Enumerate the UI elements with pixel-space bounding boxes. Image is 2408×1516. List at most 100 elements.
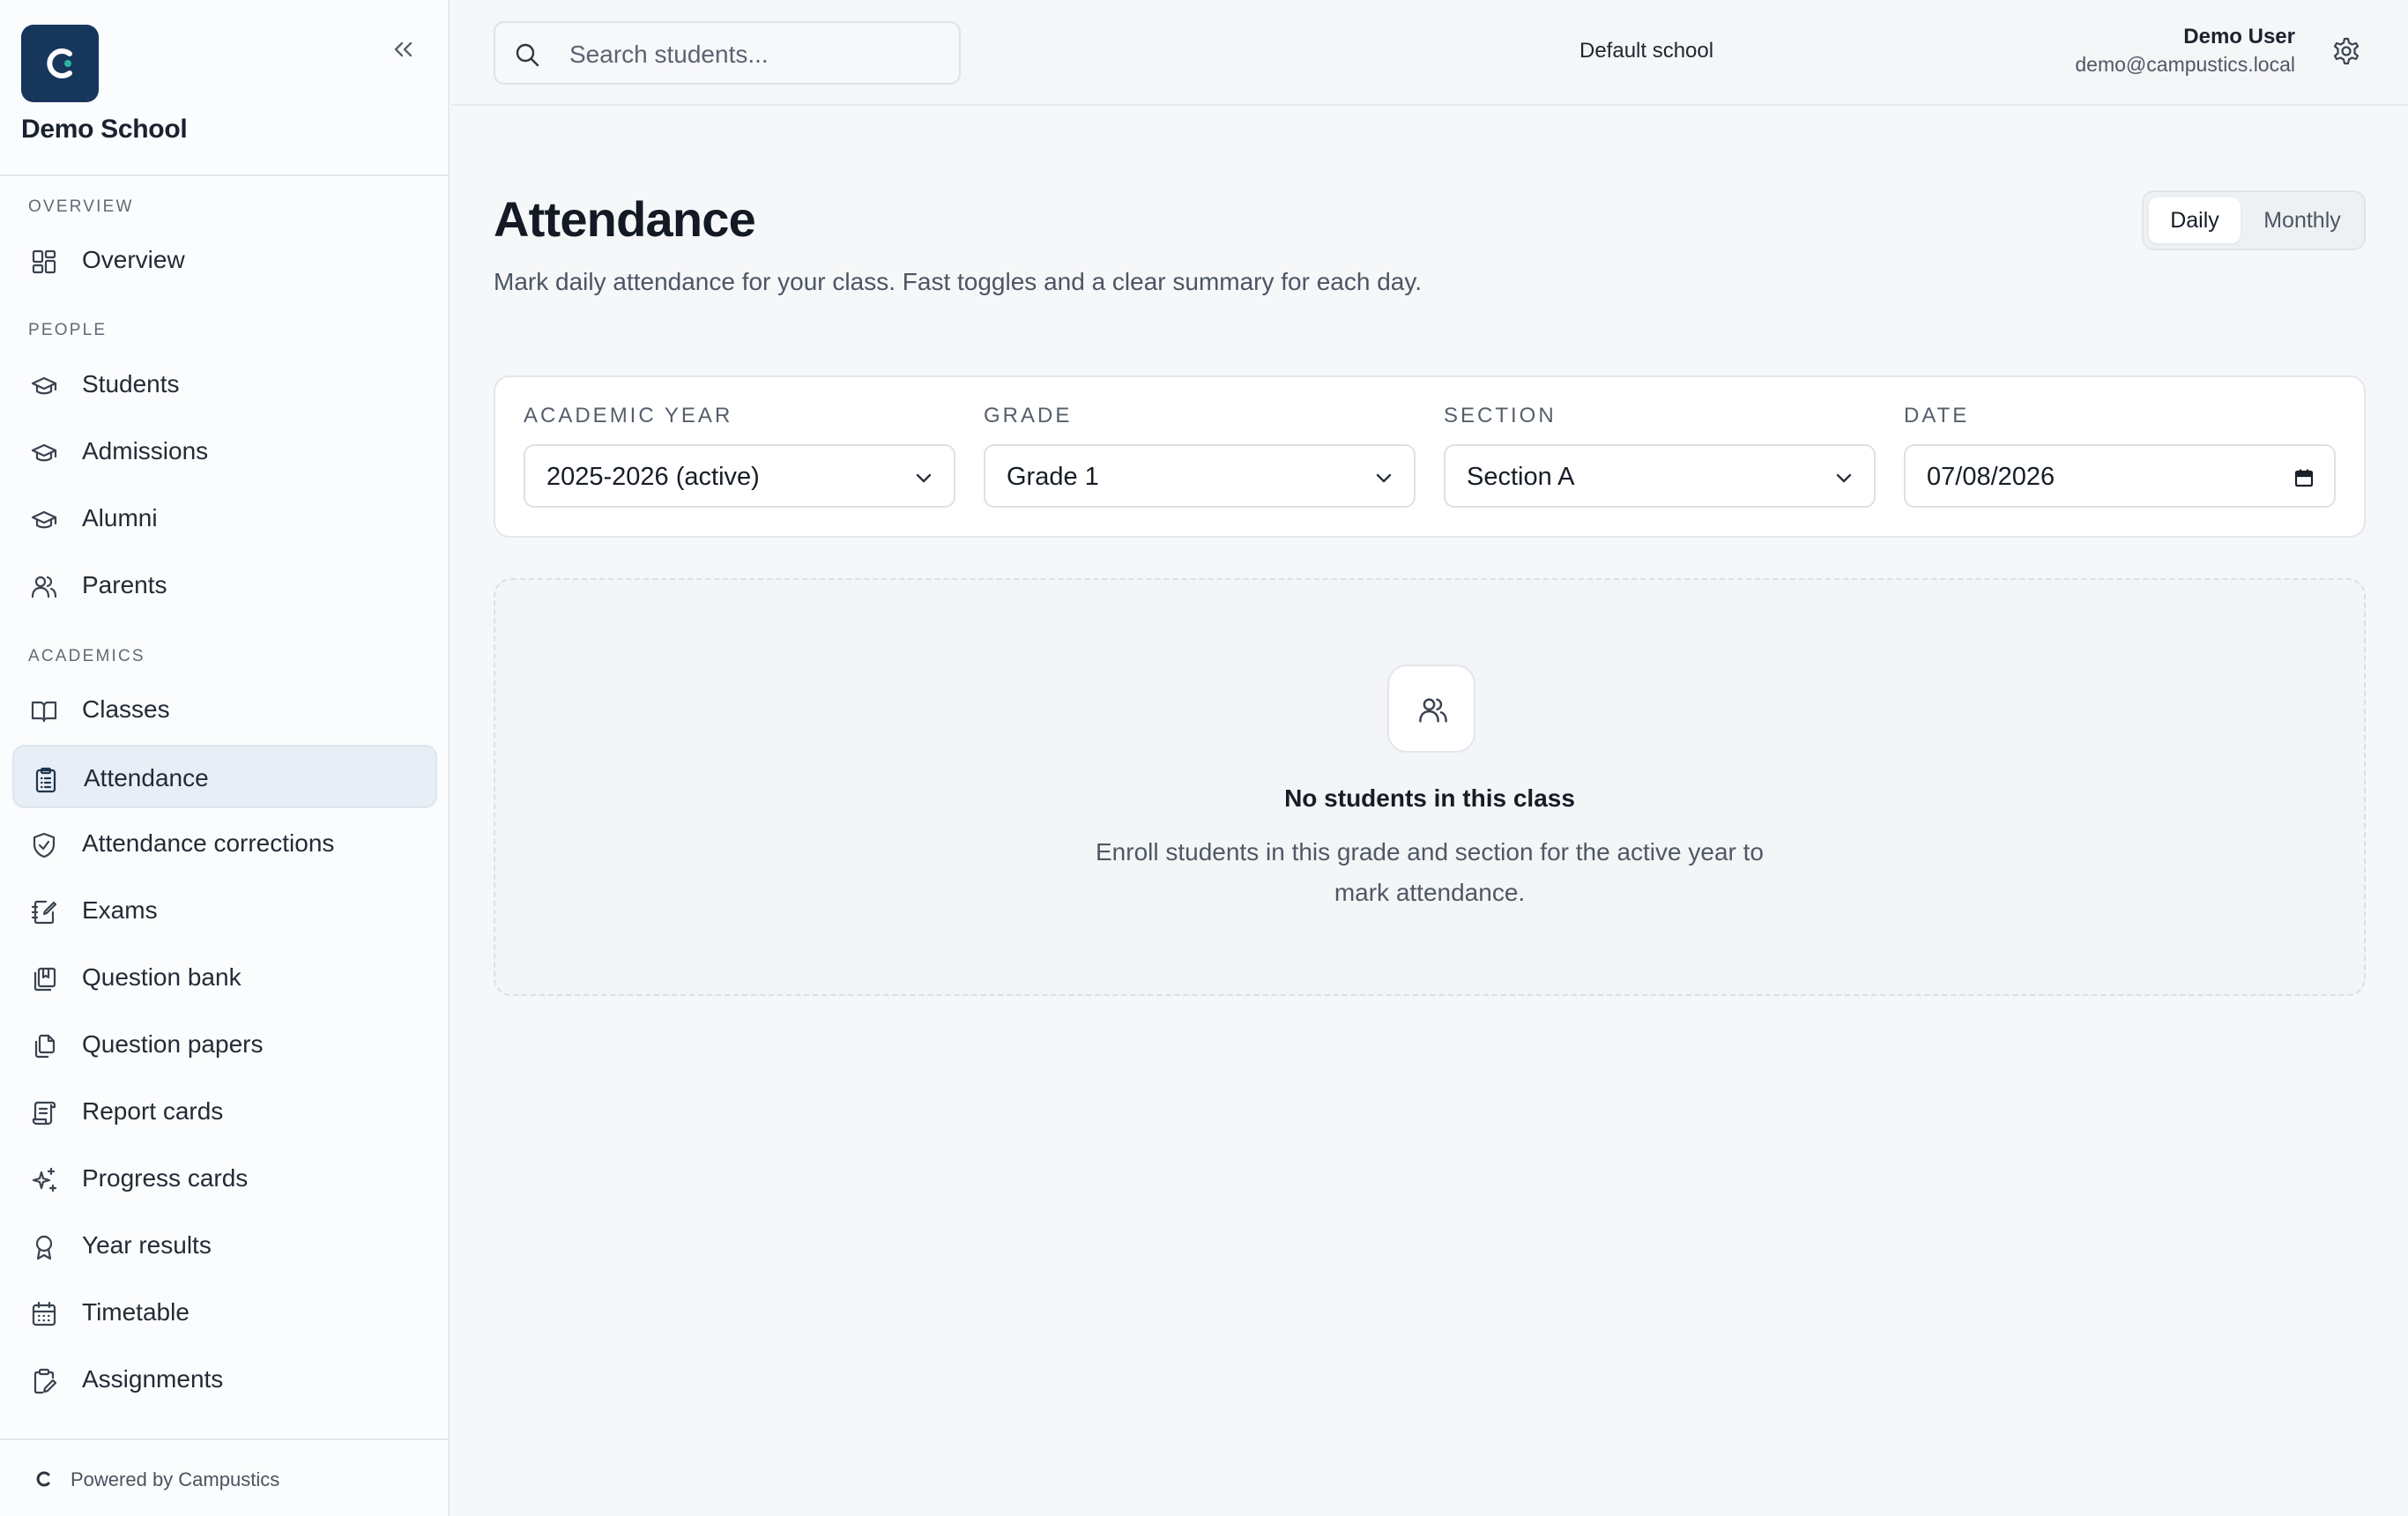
page-title: Attendance	[494, 191, 756, 247]
sidebar-item-assignments[interactable]: Assignments	[12, 1348, 437, 1411]
search-placeholder: Search students...	[569, 41, 769, 68]
award-icon	[35, 1235, 53, 1260]
empty-state-description-text: Enroll students in this grade and sectio…	[1096, 838, 1764, 906]
collapse-sidebar-button[interactable]	[388, 35, 420, 63]
section-label-academics: ACADEMICS	[28, 647, 145, 665]
topbar: Search students... Default school Demo U…	[451, 0, 2408, 106]
sidebar-item-label: Exams	[82, 896, 158, 924]
field-value: 07/08/2026	[1927, 463, 2055, 491]
clipboard-list-icon	[35, 767, 56, 793]
toggle-monthly[interactable]: Monthly	[2244, 197, 2360, 243]
user-name[interactable]: Demo User	[2183, 25, 2295, 49]
sidebar-item-attendance-corrections[interactable]: Attendance corrections	[12, 812, 437, 875]
sidebar-item-label: Report cards	[82, 1097, 224, 1125]
school-selector[interactable]: Default school	[1579, 39, 1713, 63]
sparkles-icon	[32, 1167, 57, 1193]
view-toggle: Daily Monthly	[2142, 190, 2366, 250]
empty-state-icon-box	[1387, 665, 1475, 753]
logo-c-icon	[47, 48, 72, 78]
sidebar-nav: OVERVIEW Overview PEOPLE Students Admiss…	[0, 176, 448, 1438]
section-select[interactable]: Section A	[1444, 444, 1876, 508]
sidebar-item-exams[interactable]: Exams	[12, 879, 437, 942]
sidebar-item-admissions[interactable]: Admissions	[12, 420, 437, 483]
library-icon	[33, 967, 56, 992]
sidebar-item-label: Alumni	[82, 504, 158, 531]
field-value: Grade 1	[1007, 463, 1099, 491]
filters-card: ACADEMIC YEAR 2025-2026 (active) GRADE G…	[494, 375, 2366, 538]
sidebar-item-label: Students	[82, 370, 180, 398]
sidebar-item-question-bank[interactable]: Question bank	[12, 946, 437, 1009]
date-input[interactable]: 07/08/2026	[1904, 444, 2336, 508]
section-label-overview: OVERVIEW	[28, 197, 134, 216]
sidebar-item-label: Classes	[82, 695, 170, 723]
field-label: DATE	[1904, 404, 1970, 427]
date-field: DATE 07/08/2026	[1904, 404, 2336, 508]
section-field: SECTION Section A	[1444, 404, 1876, 508]
sidebar-item-label: Attendance corrections	[82, 829, 335, 857]
sidebar-item-timetable[interactable]: Timetable	[12, 1281, 437, 1344]
sidebar-item-attendance[interactable]: Attendance	[12, 745, 437, 808]
field-label: GRADE	[984, 404, 1073, 427]
field-value: 2025-2026 (active)	[546, 463, 760, 491]
field-label: SECTION	[1444, 404, 1557, 427]
academic-year-field: ACADEMIC YEAR 2025-2026 (active)	[524, 404, 955, 508]
chevron-down-icon	[1836, 473, 1852, 483]
grade-field: GRADE Grade 1	[984, 404, 1416, 508]
users-icon	[1419, 698, 1447, 723]
chevron-down-icon	[916, 473, 932, 483]
sidebar-item-label: Question papers	[82, 1030, 264, 1058]
sidebar-item-label: Year results	[82, 1231, 212, 1259]
graduation-cap-icon	[31, 510, 57, 529]
notebook-pen-icon	[31, 900, 57, 925]
chevrons-left-icon	[394, 41, 412, 57]
sidebar-item-label: Parents	[82, 571, 167, 598]
page-subtitle: Mark daily attendance for your class. Fa…	[494, 268, 1423, 295]
users-icon	[31, 576, 57, 598]
sidebar-item-label: Progress cards	[82, 1164, 249, 1192]
gear-icon	[2333, 37, 2360, 65]
app-root: Demo School OVERVIEW Overview PEOPLE Stu…	[0, 0, 2408, 1516]
sidebar-item-students[interactable]: Students	[12, 353, 437, 416]
sidebar-item-report-cards[interactable]: Report cards	[12, 1080, 437, 1143]
sidebar-item-parents[interactable]: Parents	[12, 554, 437, 617]
school-logo[interactable]	[21, 25, 99, 102]
sidebar-item-label: Timetable	[82, 1298, 190, 1326]
search-input[interactable]: Search students...	[494, 21, 961, 85]
chevron-down-icon	[1376, 473, 1392, 483]
graduation-cap-icon	[31, 443, 57, 462]
sidebar: Demo School OVERVIEW Overview PEOPLE Stu…	[0, 0, 450, 1516]
sidebar-brand: Demo School	[0, 0, 448, 176]
sidebar-item-classes[interactable]: Classes	[12, 678, 437, 741]
toggle-daily[interactable]: Daily	[2149, 197, 2241, 243]
campustics-logo-icon	[36, 1471, 50, 1487]
field-label: ACADEMIC YEAR	[524, 404, 733, 427]
settings-button[interactable]	[2330, 35, 2362, 67]
sidebar-item-label: Assignments	[82, 1365, 224, 1393]
user-email: demo@campustics.local	[2075, 53, 2295, 76]
powered-by-text: Powered by Campustics	[71, 1468, 280, 1490]
sidebar-item-label: Question bank	[82, 963, 242, 991]
sidebar-item-alumni[interactable]: Alumni	[12, 487, 437, 550]
field-value: Section A	[1467, 463, 1575, 491]
copy-icon	[34, 1034, 56, 1059]
dashboard-icon	[32, 249, 56, 274]
school-name: Demo School	[21, 115, 188, 144]
sidebar-item-label: Attendance	[84, 764, 209, 791]
academic-year-select[interactable]: 2025-2026 (active)	[524, 444, 955, 508]
sidebar-item-year-results[interactable]: Year results	[12, 1214, 437, 1277]
sidebar-item-label: Overview	[82, 246, 185, 273]
shield-check-icon	[33, 832, 56, 858]
clipboard-pen-icon	[33, 1368, 57, 1394]
search-icon	[516, 43, 539, 67]
section-label-people: PEOPLE	[28, 321, 108, 339]
sidebar-item-progress-cards[interactable]: Progress cards	[12, 1147, 437, 1210]
sidebar-item-overview[interactable]: Overview	[12, 228, 437, 292]
graduation-cap-icon	[31, 376, 57, 395]
calendar-icon	[32, 1301, 56, 1326]
sidebar-footer: Powered by Campustics	[0, 1438, 448, 1516]
grade-select[interactable]: Grade 1	[984, 444, 1416, 508]
sidebar-item-label: Admissions	[82, 437, 209, 464]
calendar-icon[interactable]	[2293, 467, 2315, 488]
sidebar-item-question-papers[interactable]: Question papers	[12, 1013, 437, 1076]
scroll-icon	[32, 1101, 56, 1126]
